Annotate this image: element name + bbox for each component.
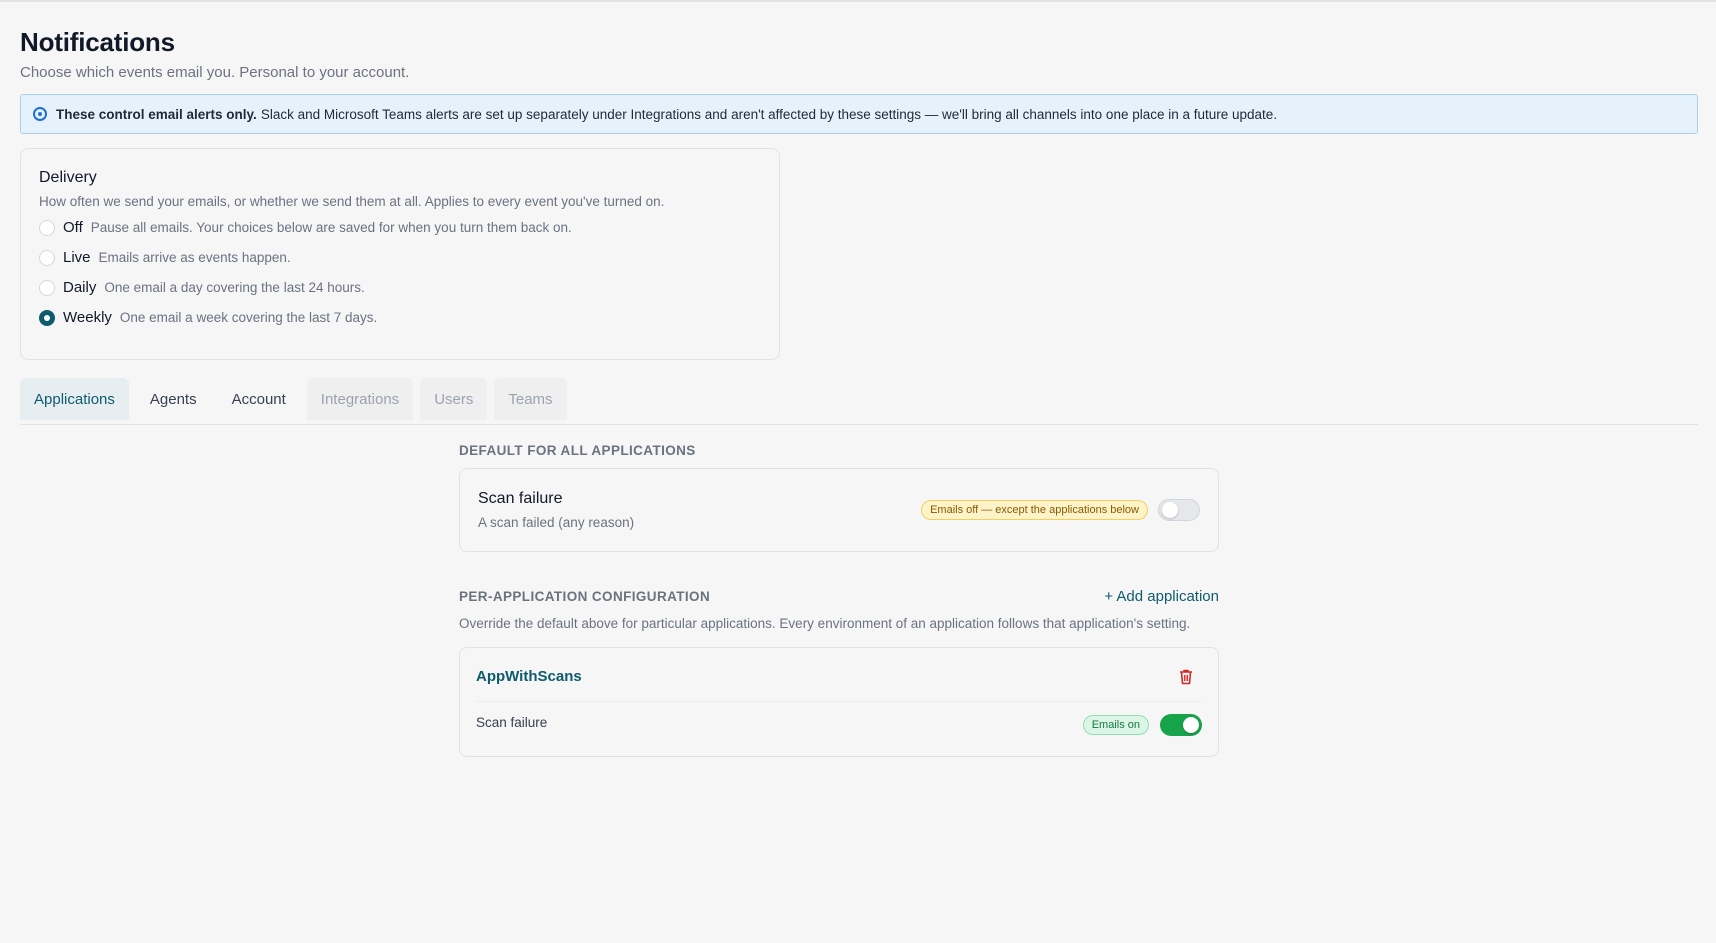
tab-divider xyxy=(20,424,1698,425)
per-app-description: Override the default above for particula… xyxy=(459,616,1191,631)
radio-description: One email a week covering the last 7 day… xyxy=(119,310,378,325)
app-config-card: AppWithScans Scan failure Emails on xyxy=(459,647,1219,757)
tab-teams[interactable]: Teams xyxy=(494,378,567,420)
tab-applications[interactable]: Applications xyxy=(20,378,129,420)
per-app-heading: PER-APPLICATION CONFIGURATION xyxy=(459,589,711,604)
delivery-option-daily[interactable]: Daily One email a day covering the last … xyxy=(39,279,365,296)
tab-integrations[interactable]: Integrations xyxy=(306,378,414,420)
radio-off[interactable] xyxy=(39,219,55,236)
radio-weekly[interactable] xyxy=(39,309,55,326)
emails-off-badge: Emails off — except the applications bel… xyxy=(921,500,1148,520)
radio-description: Emails arrive as events happen. xyxy=(98,250,291,265)
radio-description: One email a day covering the last 24 hou… xyxy=(104,280,365,295)
tab-account[interactable]: Account xyxy=(218,378,300,420)
delivery-option-off[interactable]: Off Pause all emails. Your choices below… xyxy=(39,219,572,236)
info-circle-icon xyxy=(33,107,47,121)
delivery-option-live[interactable]: Live Emails arrive as events happen. xyxy=(39,249,291,266)
default-event-description: A scan failed (any reason) xyxy=(478,515,635,530)
delivery-description: How often we send your emails, or whethe… xyxy=(39,194,665,209)
toggle-knob xyxy=(1183,717,1199,733)
emails-on-badge: Emails on xyxy=(1082,715,1149,735)
default-event-title: Scan failure xyxy=(478,490,563,507)
tab-agents[interactable]: Agents xyxy=(136,378,211,420)
toggle-knob xyxy=(1162,502,1178,518)
page-title: Notifications xyxy=(20,27,175,57)
top-border xyxy=(0,0,1716,2)
defaults-heading: DEFAULT FOR ALL APPLICATIONS xyxy=(459,443,696,458)
radio-daily[interactable] xyxy=(39,279,55,296)
delivery-option-weekly[interactable]: Weekly One email a week covering the las… xyxy=(39,309,377,326)
tab-users[interactable]: Users xyxy=(420,378,488,420)
app-name[interactable]: AppWithScans xyxy=(476,668,582,685)
app-event-label: Scan failure xyxy=(476,715,548,730)
default-scan-failure-toggle[interactable] xyxy=(1158,499,1200,521)
radio-label: Weekly xyxy=(63,309,112,326)
radio-label: Live xyxy=(63,249,91,266)
delivery-title: Delivery xyxy=(39,169,97,186)
trash-icon[interactable] xyxy=(1179,669,1193,685)
page-subtitle: Choose which events email you. Personal … xyxy=(20,64,410,81)
delivery-card: Delivery How often we send your emails, … xyxy=(20,148,780,360)
tab-bar: Applications Agents Account Integrations… xyxy=(20,378,574,420)
radio-label: Daily xyxy=(63,279,97,296)
radio-description: Pause all emails. Your choices below are… xyxy=(90,220,572,235)
info-banner: These control email alerts only. Slack a… xyxy=(20,94,1698,134)
radio-label: Off xyxy=(63,219,83,236)
app-scan-failure-toggle[interactable] xyxy=(1160,714,1202,736)
add-application-link[interactable]: + Add application xyxy=(1104,588,1219,605)
card-divider xyxy=(476,701,1202,702)
default-scan-failure-card: Scan failure A scan failed (any reason) … xyxy=(459,468,1219,552)
info-banner-text: Slack and Microsoft Teams alerts are set… xyxy=(260,106,1278,122)
info-banner-bold: These control email alerts only. xyxy=(56,106,257,122)
radio-live[interactable] xyxy=(39,249,55,266)
